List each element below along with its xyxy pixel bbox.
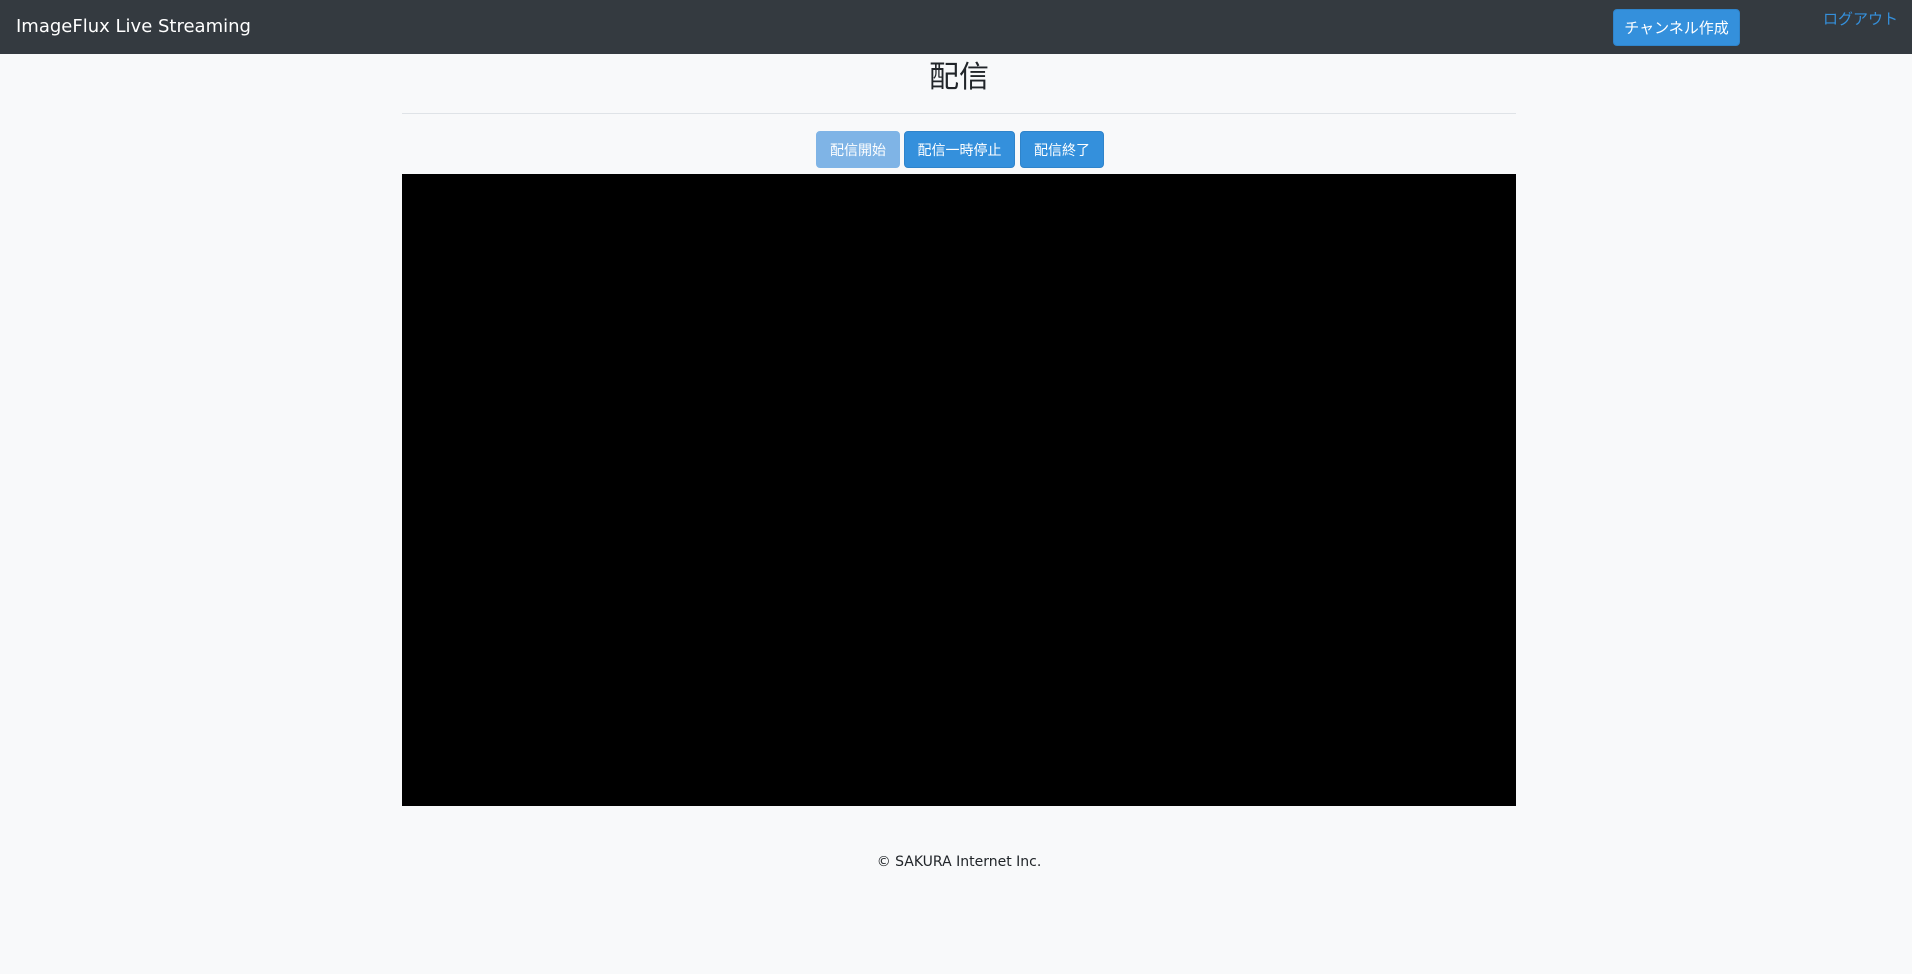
video-preview[interactable]: [402, 174, 1516, 806]
top-navbar: ImageFlux Live Streaming チャンネル作成 ログアウト: [0, 0, 1912, 54]
page-title: 配信: [929, 60, 989, 95]
logout-link[interactable]: ログアウト: [1823, 9, 1898, 29]
create-channel-button[interactable]: チャンネル作成: [1613, 9, 1740, 46]
brand-title[interactable]: ImageFlux Live Streaming: [16, 15, 251, 39]
pause-stream-button[interactable]: 配信一時停止: [904, 131, 1015, 168]
end-stream-button[interactable]: 配信終了: [1020, 131, 1104, 168]
start-stream-button[interactable]: 配信開始: [816, 131, 900, 168]
title-divider: [402, 113, 1516, 114]
footer-copyright: © SAKURA Internet Inc.: [876, 854, 1042, 870]
